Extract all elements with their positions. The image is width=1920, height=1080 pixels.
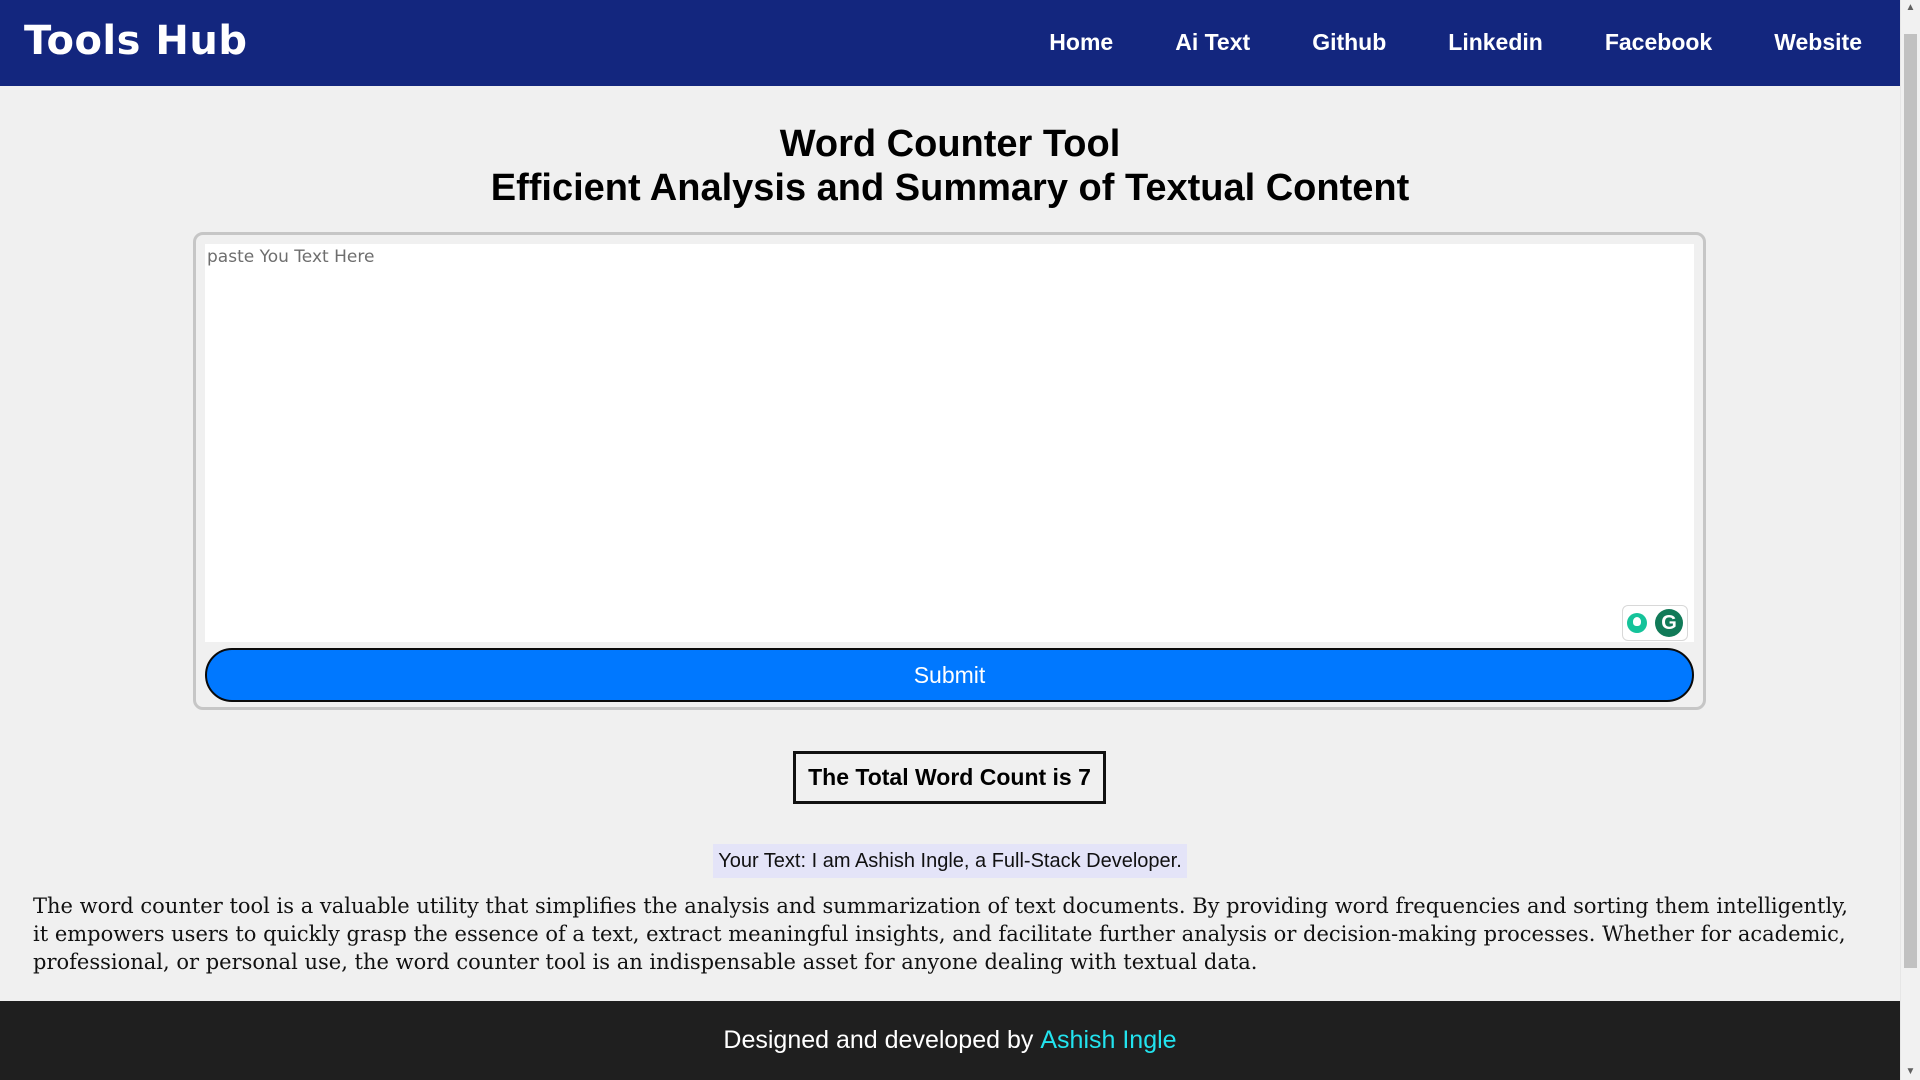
page-headings: Word Counter Tool Efficient Analysis and… [0, 122, 1900, 210]
grammarly-widget[interactable]: G [1622, 605, 1688, 641]
word-count-result: The Total Word Count is 7 [793, 751, 1106, 804]
vertical-scrollbar[interactable]: ▲ ▼ [1900, 0, 1920, 1080]
top-navbar: Tools Hub Home Ai Text Github Linkedin F… [0, 0, 1900, 86]
your-text-display: Your Text: I am Ashish Ingle, a Full-Sta… [713, 844, 1187, 878]
submit-button[interactable]: Submit [205, 648, 1694, 702]
nav-link-facebook[interactable]: Facebook [1605, 29, 1712, 56]
page-subtitle: Efficient Analysis and Summary of Textua… [490, 167, 1410, 209]
scroll-up-arrow-icon[interactable]: ▲ [1901, 0, 1920, 16]
brand-logo[interactable]: Tools Hub [24, 18, 247, 64]
footer-credit: Designed and developed by [723, 1026, 1034, 1054]
nav-link-github[interactable]: Github [1312, 29, 1386, 56]
main-nav: Home Ai Text Github Linkedin Facebook We… [1049, 29, 1862, 57]
nav-link-home[interactable]: Home [1049, 29, 1113, 56]
grammarly-icon[interactable]: G [1655, 609, 1683, 637]
nav-link-ai-text[interactable]: Ai Text [1175, 29, 1250, 56]
nav-link-linkedin[interactable]: Linkedin [1448, 29, 1543, 56]
page: Tools Hub Home Ai Text Github Linkedin F… [0, 0, 1920, 1080]
nav-link-website[interactable]: Website [1774, 29, 1862, 56]
scrollbar-thumb[interactable] [1904, 34, 1917, 968]
scroll-down-arrow-icon[interactable]: ▼ [1901, 1064, 1920, 1080]
footer-author-link[interactable]: Ashish Ingle [1040, 1026, 1176, 1055]
footer: Designed and developed by Ashish Ingle [0, 1001, 1900, 1080]
grammarly-suggestion-icon[interactable] [1627, 613, 1647, 633]
word-counter-form: G Submit [193, 232, 1706, 710]
text-input-area[interactable] [205, 244, 1694, 642]
tool-description: The word counter tool is a valuable util… [33, 894, 1848, 974]
page-title: Word Counter Tool [779, 123, 1121, 165]
